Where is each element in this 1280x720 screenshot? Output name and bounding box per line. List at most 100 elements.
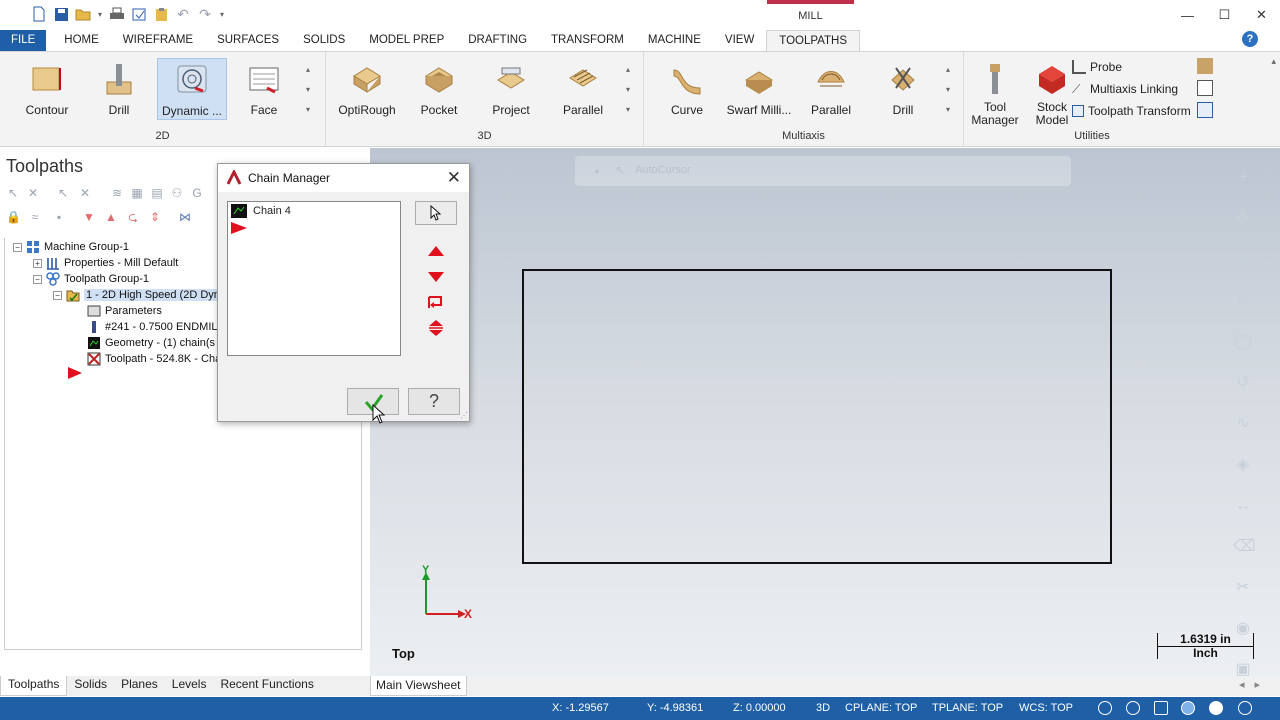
customize-qat-icon[interactable]: ▾	[218, 5, 226, 23]
chain-list-item[interactable]: Chain 4	[231, 204, 291, 218]
reorder-chain-button[interactable]	[425, 317, 447, 339]
chain-list[interactable]: Chain 4	[227, 201, 401, 356]
parallel-multiaxis-button[interactable]: Parallel	[796, 58, 866, 120]
tab-toolpaths[interactable]: TOOLPATHS	[766, 30, 861, 51]
print-preview-icon[interactable]	[130, 5, 148, 23]
maximize-icon[interactable]: ☐	[1206, 0, 1243, 30]
g1-icon[interactable]: G	[190, 186, 204, 200]
insert-arrow-icon[interactable]	[67, 366, 83, 380]
face-button[interactable]: Face	[229, 58, 299, 120]
cycle-icon[interactable]: ↺	[1233, 373, 1253, 393]
tab-file[interactable]: FILE	[0, 30, 47, 51]
dialog-help-button[interactable]: ?	[408, 388, 460, 415]
pan-icon[interactable]: ✥	[1233, 209, 1253, 229]
tree-machine-group[interactable]: − Machine Group-1	[13, 239, 129, 255]
new-file-icon[interactable]	[30, 5, 48, 23]
tab-machine[interactable]: MACHINE	[636, 30, 713, 51]
tab-model-prep[interactable]: MODEL PREP	[357, 30, 456, 51]
save-icon[interactable]	[52, 5, 70, 23]
resize-grip-icon[interactable]: ⋰	[460, 411, 468, 420]
post-icon[interactable]: ⚇	[170, 186, 184, 200]
expand-toggle[interactable]: +	[33, 258, 42, 268]
move-down-icon[interactable]: ▼	[82, 210, 96, 224]
clipboard-icon[interactable]	[152, 5, 170, 23]
undo-icon[interactable]: ↶	[174, 5, 192, 23]
tool-manager-button[interactable]: Tool Manager	[966, 58, 1024, 128]
status-tplane[interactable]: TPLANE: TOP	[932, 702, 1003, 714]
move-chain-down-button[interactable]	[425, 266, 447, 288]
select-all-icon[interactable]: ↖	[6, 186, 20, 200]
graphics-viewport[interactable]: ▪ ↖ AutoCursor + ✥ ✎ ⚙ ◯ ↺ ∿ ◈ ↔ ⌫ ✂ ◉ ▣…	[370, 148, 1280, 678]
tree-toolpath-group[interactable]: − Toolpath Group-1	[33, 271, 149, 287]
verify-icon[interactable]: ▦	[130, 186, 144, 200]
toggle-post-icon[interactable]: ▪	[52, 210, 66, 224]
clear-icon[interactable]: ✂	[1233, 578, 1253, 598]
translucency-icon[interactable]	[1238, 701, 1252, 715]
dimension-icon[interactable]: ↔	[1233, 496, 1253, 516]
project-button[interactable]: Project	[476, 58, 546, 120]
tree-operation[interactable]: − 1 - 2D High Speed (2D Dyna	[53, 287, 229, 303]
tab-home[interactable]: HOME	[52, 30, 111, 51]
utility-side-icon-2[interactable]	[1197, 80, 1213, 96]
lock-icon[interactable]: 🔒	[6, 210, 21, 224]
gallery-scroll-2d[interactable]: ▴ ▾ ▾	[303, 60, 313, 120]
contour-button[interactable]: Contour	[12, 58, 82, 120]
open-folder-icon[interactable]	[74, 5, 92, 23]
cube-icon[interactable]: ◈	[1233, 455, 1253, 475]
rectangle-geometry[interactable]	[522, 269, 1112, 564]
gallery-scroll-multiaxis[interactable]: ▴ ▾ ▾	[943, 60, 953, 120]
shaded-icon[interactable]	[1181, 701, 1195, 715]
stock-model-button[interactable]: Stock Model	[1026, 58, 1078, 128]
tree-properties[interactable]: + Properties - Mill Default	[33, 255, 178, 271]
dialog-close-icon[interactable]: ✕	[447, 168, 461, 188]
status-3d-toggle[interactable]: 3D	[816, 702, 830, 714]
lock-icon[interactable]: ▪	[595, 164, 599, 178]
toggle-display-icon[interactable]: ≈	[28, 210, 42, 224]
autocursor-icon[interactable]: ↖	[615, 163, 625, 177]
insert-arrow-icon[interactable]: ⮎	[126, 210, 140, 224]
backplot-icon[interactable]: ≋	[110, 186, 124, 200]
dynamic-mill-button[interactable]: Dynamic ...	[157, 58, 227, 120]
regenerate-icon[interactable]: ✕	[78, 186, 92, 200]
eraser-icon[interactable]: ⌫	[1233, 537, 1256, 557]
redo-icon[interactable]: ↷	[196, 5, 214, 23]
tab-surfaces[interactable]: SURFACES	[205, 30, 291, 51]
wireframe-icon[interactable]	[1154, 701, 1168, 715]
tab-view[interactable]: VIEW	[713, 30, 766, 51]
settings-icon[interactable]: ⚙	[1233, 291, 1253, 311]
utility-side-icon-3[interactable]	[1197, 102, 1213, 118]
pocket-button[interactable]: Pocket	[404, 58, 474, 120]
optirough-button[interactable]: OptiRough	[332, 58, 402, 120]
collapse-toggle[interactable]: −	[33, 274, 42, 284]
only-display-icon[interactable]: ⋈	[178, 210, 192, 224]
viewsheet-scroll-arrows[interactable]: ◂▸	[1239, 678, 1270, 691]
wrench-icon[interactable]: ✎	[1233, 250, 1253, 270]
status-cplane[interactable]: CPLANE: TOP	[845, 702, 917, 714]
tab-drafting[interactable]: DRAFTING	[456, 30, 539, 51]
tree-geometry[interactable]: Geometry - (1) chain(s	[87, 335, 215, 351]
tree-parameters[interactable]: Parameters	[87, 303, 162, 319]
scroll-arrow-icon[interactable]: ⇕	[148, 210, 162, 224]
tree-tool[interactable]: #241 - 0.7500 ENDMILL	[87, 319, 224, 335]
tree-toolpath[interactable]: Toolpath - 524.8K - Cha	[87, 351, 221, 367]
deselect-icon[interactable]: ✕	[26, 186, 40, 200]
help-icon[interactable]: ?	[1242, 31, 1258, 47]
solid-shaded-icon[interactable]	[1209, 701, 1223, 715]
tab-toolpaths-panel[interactable]: Toolpaths	[0, 676, 68, 696]
tab-wireframe[interactable]: WIREFRAME	[111, 30, 205, 51]
multiaxis-linking-button[interactable]: ⟋ Multiaxis Linking	[1072, 79, 1178, 99]
tab-transform[interactable]: TRANSFORM	[539, 30, 636, 51]
collapse-ribbon-icon[interactable]: ▴	[1271, 56, 1276, 67]
zoom-in-icon[interactable]: +	[1233, 168, 1253, 188]
utility-side-icon-1[interactable]	[1197, 58, 1213, 74]
orient-icon[interactable]	[1126, 701, 1140, 715]
reverse-chain-button[interactable]	[425, 291, 447, 313]
minimize-icon[interactable]: —	[1169, 0, 1206, 30]
select-chain-button[interactable]	[415, 201, 457, 225]
tab-solids-panel[interactable]: Solids	[67, 676, 114, 696]
move-chain-up-button[interactable]	[425, 240, 447, 262]
print-icon[interactable]	[108, 5, 126, 23]
collapse-toggle[interactable]: −	[53, 290, 62, 300]
move-up-icon[interactable]: ▲	[104, 210, 118, 224]
curve-tool-icon[interactable]: ∿	[1233, 414, 1253, 434]
